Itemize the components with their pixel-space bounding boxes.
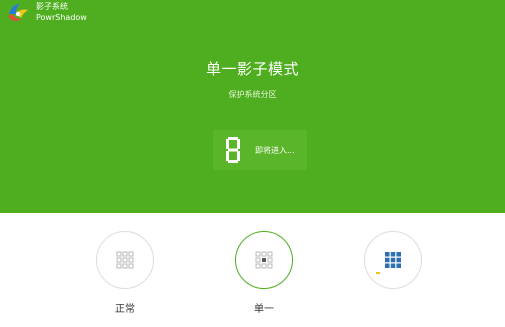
grid-center-icon: [255, 251, 273, 269]
status-box: 即将进入...: [213, 130, 307, 170]
app-name-cn: 影子系统: [36, 2, 68, 11]
full-mode-button[interactable]: [364, 231, 422, 289]
normal-mode-button[interactable]: [96, 231, 154, 289]
status-text: 即将进入...: [255, 145, 295, 155]
shadow-logo-icon: [8, 4, 28, 21]
single-mode-button[interactable]: [235, 231, 293, 289]
mode-title: 单一影子模式: [205, 60, 299, 78]
app-name-en: PowrShadow: [36, 13, 87, 22]
mode-subtitle: 保护系统分区: [228, 90, 277, 99]
mode-banner: 影子系统 PowrShadow 单一影子模式 保护系统分区 即将进入...: [0, 0, 505, 213]
grid-outline-icon: [116, 251, 134, 269]
digital-eight-icon: [226, 137, 240, 163]
single-mode-label: 单一: [254, 304, 274, 315]
cursor-mark: [376, 272, 380, 274]
app-window: 影子系统 PowrShadow 单一影子模式 保护系统分区 即将进入... 正常…: [0, 0, 505, 327]
grid-filled-icon: [385, 252, 401, 268]
normal-mode-label: 正常: [115, 304, 135, 315]
brand: 影子系统 PowrShadow: [6, 2, 87, 26]
